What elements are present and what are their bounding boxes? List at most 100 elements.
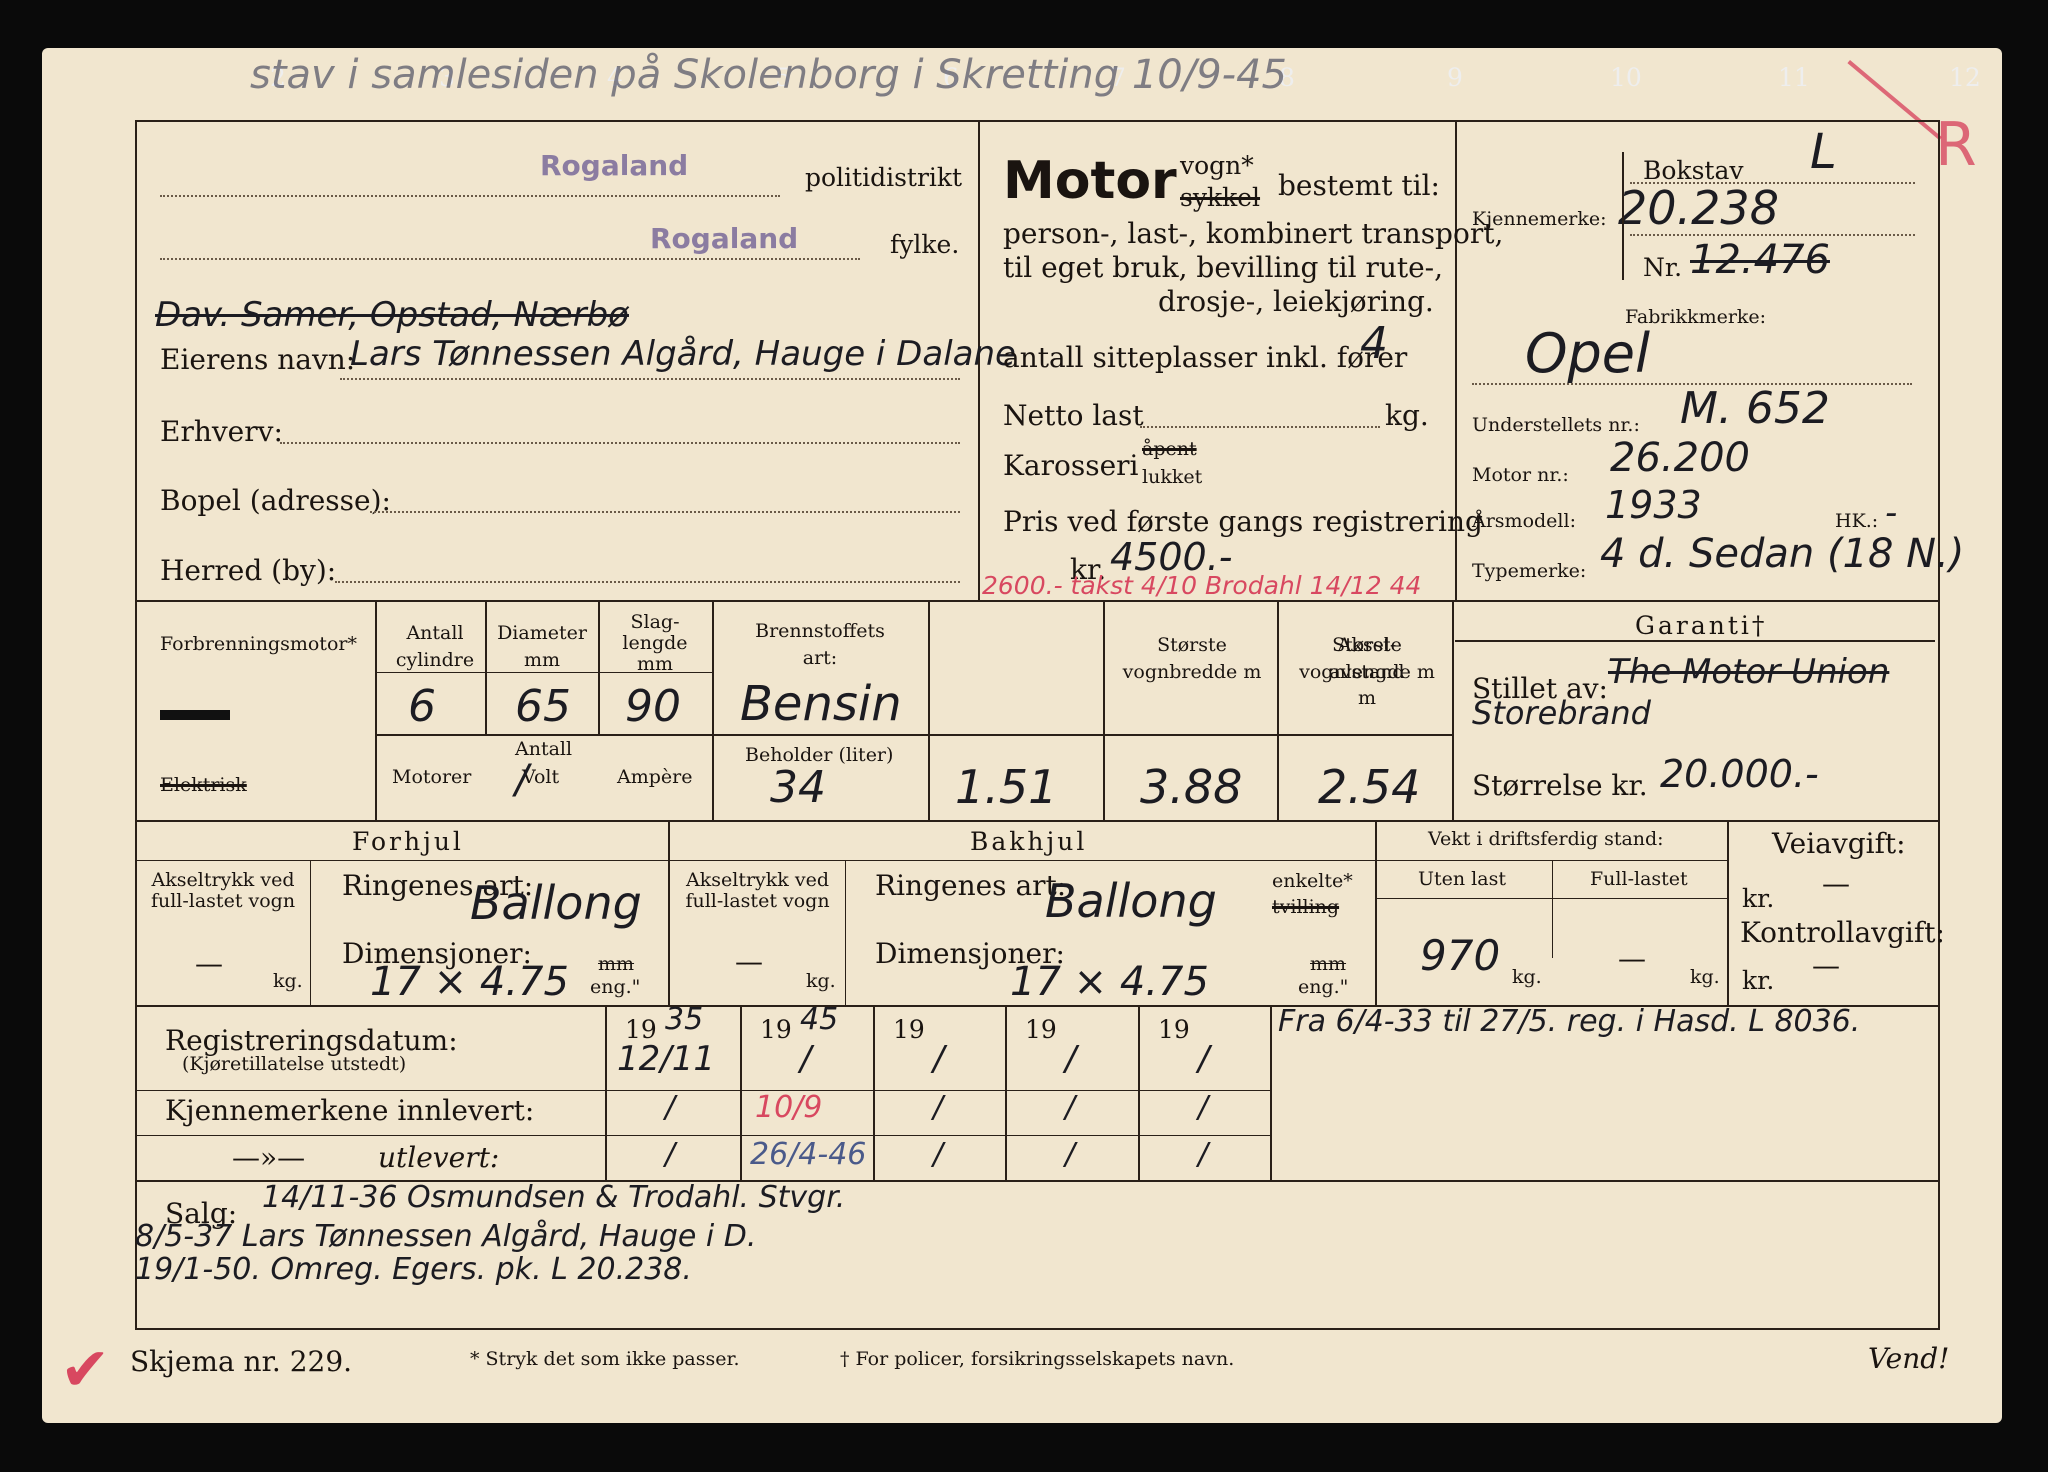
reg-date-cell: / — [933, 1039, 945, 1079]
rear-eng: eng." — [1298, 976, 1349, 998]
body-label: Karosseri — [1003, 449, 1139, 482]
issued-cell: 26/4-46 — [750, 1137, 867, 1172]
bestemt-label: bestemt til: — [1278, 169, 1440, 202]
road-tax-value: — — [1822, 867, 1850, 900]
net-load-label: Netto last — [1003, 399, 1144, 432]
seats-value: 4 — [1360, 318, 1388, 369]
full-kg: kg. — [1690, 966, 1720, 988]
engine-no-label: Motor nr.: — [1472, 464, 1569, 486]
bokstav-value: L — [1810, 124, 1837, 180]
control-fee-label: Kontrollavgift: — [1740, 916, 1945, 949]
owner-label: Eierens navn: — [160, 343, 356, 376]
rear-axle-dash: — — [735, 945, 763, 978]
frame-top — [135, 120, 1940, 122]
guarantee-title: Garanti† — [1635, 611, 1768, 640]
diam-value: 65 — [515, 681, 571, 732]
guarantee-by-value: Storebrand — [1472, 694, 1651, 732]
returned-label: Kjennemerkene innlevert: — [165, 1094, 535, 1127]
wh-v6 — [1552, 860, 1553, 958]
year-label: Årsmodell: — [1472, 510, 1576, 532]
axle-label: Aksel- avstand m — [1329, 634, 1405, 710]
body-closed: lukket — [1142, 466, 1203, 488]
red-r-mark: R — [1935, 110, 1977, 180]
occupation-dotline — [280, 442, 960, 444]
guarantee-size-value: 20.000.- — [1660, 752, 1819, 796]
cyl-value: 6 — [408, 681, 436, 732]
section-line-2 — [135, 820, 1940, 822]
axle-value: 2.54 — [1318, 760, 1421, 814]
bracket — [1622, 152, 1624, 280]
year-prefix: 19 — [1025, 1015, 1057, 1044]
full-value: — — [1618, 942, 1646, 975]
returned-cell: / — [1065, 1090, 1076, 1125]
control-fee-kr: kr. — [1742, 966, 1775, 995]
returned-cell: / — [665, 1090, 676, 1125]
motor-title: Motor — [1003, 151, 1177, 211]
district-dotline — [335, 581, 960, 583]
date-col-line — [873, 1007, 875, 1180]
reg-date-cell: / — [1065, 1039, 1077, 1079]
road-tax-label: Veiavgift: — [1772, 827, 1906, 860]
rear-dim-value: 17 × 4.75 — [1010, 959, 1209, 1005]
occupation-label: Erhverv: — [160, 415, 283, 448]
width-value: 1.51 — [955, 760, 1058, 814]
use-line3: drosje-, leiekjøring. — [1158, 285, 1434, 318]
rear-twin: tvilling — [1272, 896, 1340, 918]
date-h2 — [135, 1135, 1270, 1136]
control-fee-value: — — [1812, 949, 1840, 982]
sales-line2: 8/5-37 Lars Tønnessen Algård, Hauge i D. — [135, 1219, 757, 1254]
front-tyre-value: Ballong — [470, 876, 642, 930]
issued-label: utlevert: — [378, 1141, 500, 1174]
frame-left — [135, 120, 137, 1330]
eng-v2 — [485, 602, 487, 734]
rear-mm: mm — [1310, 953, 1347, 975]
section-line-1 — [135, 600, 1940, 602]
hk-label: HK.: — [1835, 510, 1879, 532]
date-col-line — [1005, 1007, 1007, 1180]
previous-owner-struck: Dav. Samer, Opstad, Nærbø — [155, 295, 629, 335]
front-axle-dash: — — [195, 947, 223, 980]
reg-date-sub: (Kjøretillatelse utstedt) — [182, 1053, 407, 1075]
wh-h1 — [135, 860, 1375, 861]
issued-cell: / — [1065, 1137, 1076, 1172]
wh-h2 — [1375, 860, 1727, 861]
nr-value: 12.476 — [1690, 237, 1830, 283]
returned-cell: 10/9 — [755, 1090, 823, 1125]
wh-v5 — [845, 860, 846, 1005]
engine-no-value: 26.200 — [1610, 435, 1750, 481]
issued-cell: / — [1198, 1137, 1209, 1172]
seats-label: antall sitteplasser inkl. fører — [1003, 341, 1408, 374]
wh-v1 — [668, 822, 670, 1005]
rear-title: Bakhjul — [970, 827, 1088, 856]
guarantee-h — [1455, 640, 1935, 642]
address-dotline — [370, 511, 960, 513]
weight-title: Vekt i driftsferdig stand: — [1428, 828, 1664, 850]
front-dim-value: 17 × 4.75 — [370, 959, 569, 1005]
county-label: fylke. — [890, 230, 960, 259]
red-checkmark: ✔ — [60, 1335, 111, 1405]
district-label: Herred (by): — [160, 554, 337, 587]
eng-v7 — [1277, 602, 1279, 820]
year-prefix: 19 — [760, 1015, 792, 1044]
reg-date-cell: 12/11 — [617, 1039, 715, 1079]
ruler-number: 10 — [1610, 63, 1642, 92]
wh-v2 — [1375, 822, 1377, 1005]
dates-note: Fra 6/4-33 til 27/5. reg. i Hasd. L 8036… — [1278, 1004, 1861, 1039]
ruler-number: 12 — [1949, 63, 1981, 92]
width-label: Største vognbredde m — [1122, 634, 1262, 683]
footer-note-1: * Stryk det som ikke passer. — [470, 1348, 740, 1370]
unladen-label: Uten last — [1418, 868, 1506, 890]
frame-right — [1938, 120, 1940, 1330]
body-open: åpent — [1142, 438, 1197, 460]
eng-v3 — [598, 602, 600, 734]
price-note: 2600.- takst 4/10 Brodahl 14/12 44 — [982, 571, 1422, 600]
volt-value: / — [515, 757, 529, 803]
id-label: Kjennemerke: — [1472, 208, 1607, 230]
stroke-label: Slag- lengde mm — [622, 611, 688, 675]
make-value: Opel — [1525, 322, 1651, 385]
sales-line1: 14/11-36 Osmundsen & Trodahl. Stvgr. — [262, 1180, 846, 1215]
front-eng: eng." — [590, 976, 641, 998]
price-label: Pris ved første gangs registrering — [1003, 505, 1483, 538]
year-prefix: 19 — [1158, 1015, 1190, 1044]
unladen-kg: kg. — [1512, 966, 1542, 988]
